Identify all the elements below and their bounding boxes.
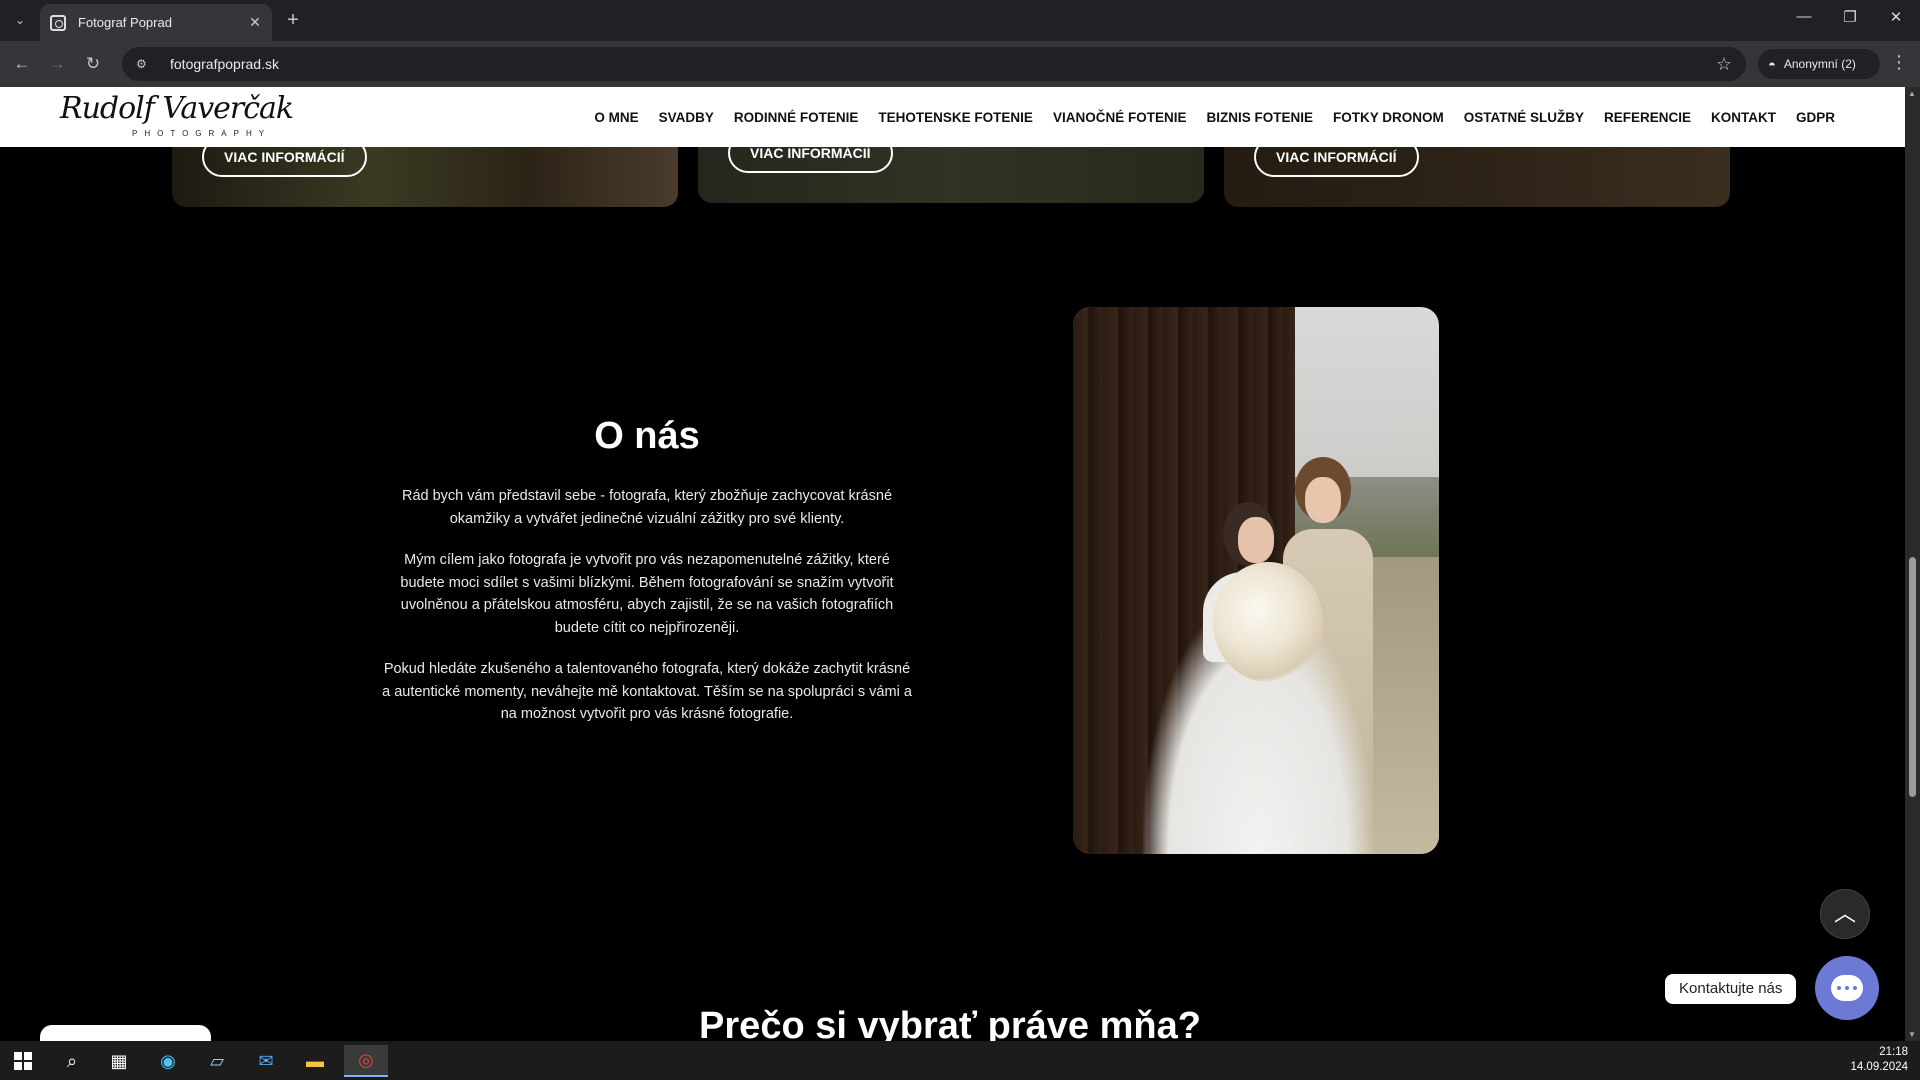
browser-tab-active[interactable]: Fotograf Poprad ✕ [40,4,272,41]
photo-groom-face [1305,477,1341,523]
mail-icon[interactable]: ✉ [244,1045,288,1077]
clock-time: 21:18 [1879,1046,1908,1058]
notepad-icon[interactable]: ▱ [195,1045,239,1077]
logo-signature: Rudolf Vaverčak [60,91,294,126]
about-title: O nás [594,415,700,457]
about-paragraph: Pokud hledáte zkušeného a talentovaného … [382,661,912,722]
window-close-icon[interactable]: ✕ [1884,8,1908,26]
cookie-widget-tab[interactable] [40,1025,211,1041]
nav-item-kontakt[interactable]: KONTAKT [1701,110,1786,125]
scroll-down-icon[interactable]: ▼ [1908,1030,1916,1039]
photo-bouquet [1213,562,1323,682]
why-me-heading: Prečo si vybrať práve mňa? [699,1005,1201,1041]
nav-item-gdpr[interactable]: GDPR [1786,110,1845,125]
bookmark-star-icon[interactable]: ☆ [1716,54,1732,75]
chat-bubble-icon [1831,975,1863,1001]
search-icon[interactable]: ⌕ [50,1045,94,1077]
scroll-to-top-button[interactable]: ︿ [1820,889,1870,939]
profile-label: Anonymní (2) [1783,57,1856,71]
main-nav: O MNE SVADBY RODINNÉ FOTENIE TEHOTENSKE … [584,87,1845,147]
browser-tab-strip: ⌄ Fotograf Poprad ✕ + — ❐ ✕ [0,0,1920,41]
site-logo[interactable]: Rudolf Vaverčak PHOTOGRAPHY [60,91,294,145]
task-view-icon[interactable]: ▦ [97,1045,141,1077]
screen: ⌄ Fotograf Poprad ✕ + — ❐ ✕ ← → ↻ ⚙ foto… [0,0,1920,1080]
url-text[interactable]: fotografpoprad.sk [170,56,1716,72]
wedding-couple-photo [1073,307,1439,854]
system-clock[interactable]: 21:18 14.09.2024 [1850,1045,1908,1075]
nav-item-ostatne-sluzby[interactable]: OSTATNÉ SLUŽBY [1454,110,1594,125]
nav-item-referencie[interactable]: REFERENCIE [1594,110,1701,125]
scroll-up-icon[interactable]: ▲ [1908,89,1916,98]
windows-icon [14,1052,32,1070]
about-paragraph: Mým cílem jako fotografa je vytvořit pro… [400,552,894,636]
camera-favicon-icon [50,14,66,31]
page-scrollbar[interactable]: ▲ ▼ [1905,87,1920,1041]
nav-item-biznis-fotenie[interactable]: BIZNIS FOTENIE [1196,110,1323,125]
minimize-icon[interactable]: — [1792,8,1816,25]
logo-subtitle: PHOTOGRAPHY [132,129,272,138]
about-paragraph: Rád bych vám představil sebe - fotografa… [401,488,893,527]
chat-label[interactable]: Kontaktujte nás [1665,974,1797,1004]
site-info-icon[interactable]: ⚙ [136,57,152,71]
scroll-thumb[interactable] [1909,557,1916,797]
nav-item-tehotenske-fotenie[interactable]: TEHOTENSKE FOTENIE [868,110,1043,125]
profile-button[interactable]: ◓ Anonymní (2) [1758,49,1880,79]
taskbar: ⌕ ▦ ◉ ▱ ✉ ▬ ◎ 21:18 14.09.2024 [0,1041,1920,1080]
photo-bride-face [1238,517,1274,563]
address-bar[interactable]: ⚙ fotografpoprad.sk ☆ [122,47,1746,81]
chevron-up-icon: ︿ [1833,901,1856,926]
chrome-icon[interactable]: ◎ [344,1045,388,1077]
nav-item-vianocne-fotenie[interactable]: VIANOČNÉ FOTENIE [1043,110,1197,125]
tab-search-icon[interactable]: ⌄ [8,8,32,32]
clock-date: 14.09.2024 [1850,1061,1908,1073]
page-viewport: VIAC INFORMÁCIÍ VIAC INFORMÁCIÍ VIAC INF… [0,87,1920,1041]
site-header: Rudolf Vaverčak PHOTOGRAPHY O MNE SVADBY… [0,87,1905,147]
file-explorer-icon[interactable]: ▬ [293,1045,337,1077]
back-icon[interactable]: ← [10,52,34,76]
new-tab-button[interactable]: + [282,9,304,31]
chat-button[interactable] [1815,956,1879,1020]
tab-close-icon[interactable]: ✕ [246,14,264,31]
nav-item-svadby[interactable]: SVADBY [649,110,724,125]
tab-title: Fotograf Poprad [78,15,172,30]
reload-icon[interactable]: ↻ [81,52,105,76]
browser-menu-icon[interactable]: ⋮ [1890,52,1908,73]
nav-item-rodinne-fotenie[interactable]: RODINNÉ FOTENIE [724,110,869,125]
edge-icon[interactable]: ◉ [146,1045,190,1077]
nav-item-fotky-dronom[interactable]: FOTKY DRONOM [1323,110,1454,125]
forward-icon[interactable]: → [45,52,69,76]
nav-item-o-mne[interactable]: O MNE [584,110,648,125]
browser-toolbar: ← → ↻ ⚙ fotografpoprad.sk ☆ ◓ Anonymní (… [0,41,1920,87]
start-button[interactable] [1,1045,45,1077]
incognito-icon: ◓ [1768,56,1776,72]
restore-icon[interactable]: ❐ [1838,8,1862,26]
